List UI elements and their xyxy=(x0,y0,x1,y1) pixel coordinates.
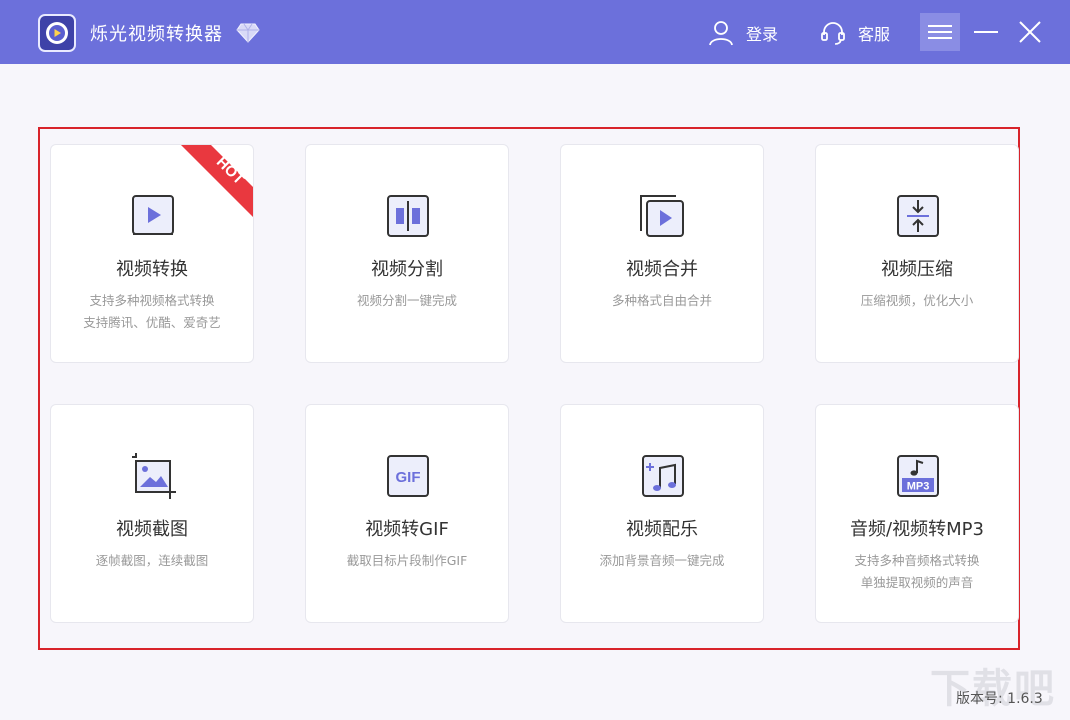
login-label: 登录 xyxy=(746,21,778,45)
video-merge-icon xyxy=(638,191,688,241)
card-description: 多种格式自由合并 xyxy=(561,290,763,312)
card-video-convert[interactable]: 视频转换 支持多种视频格式转换 支持腾讯、优酷、爱奇艺 HOT xyxy=(50,144,254,363)
minimize-icon xyxy=(974,31,998,33)
card-description: 逐帧截图，连续截图 xyxy=(51,550,253,572)
video-convert-icon xyxy=(128,191,178,241)
menu-icon xyxy=(928,25,952,27)
gif-icon: GIF xyxy=(383,451,433,501)
card-video-to-gif[interactable]: GIF 视频转GIF 截取目标片段制作GIF xyxy=(305,404,509,623)
card-description: 压缩视频，优化大小 xyxy=(816,290,1018,312)
hot-badge: HOT xyxy=(180,144,254,218)
card-video-screenshot[interactable]: 视频截图 逐帧截图，连续截图 xyxy=(50,404,254,623)
customer-service-button[interactable]: 客服 xyxy=(820,19,890,47)
menu-button[interactable] xyxy=(920,13,960,51)
app-title: 烁光视频转换器 xyxy=(90,20,223,46)
video-split-icon xyxy=(383,191,433,241)
card-video-merge[interactable]: 视频合并 多种格式自由合并 xyxy=(560,144,764,363)
card-title: 视频压缩 xyxy=(816,255,1018,281)
title-bar: 烁光视频转换器 登录 客服 xyxy=(0,0,1070,64)
card-description: 截取目标片段制作GIF xyxy=(306,550,508,572)
card-video-compress[interactable]: 视频压缩 压缩视频，优化大小 xyxy=(815,144,1019,363)
music-add-icon xyxy=(638,451,688,501)
headset-icon xyxy=(820,20,846,46)
login-button[interactable]: 登录 xyxy=(708,19,778,47)
card-title: 视频配乐 xyxy=(561,515,763,541)
vip-diamond-icon[interactable] xyxy=(236,23,260,43)
app-logo-icon xyxy=(38,14,76,52)
card-title: 视频转换 xyxy=(51,255,253,281)
svg-text:MP3: MP3 xyxy=(907,481,930,493)
card-video-split[interactable]: 视频分割 视频分割一键完成 xyxy=(305,144,509,363)
card-title: 音频/视频转MP3 xyxy=(816,515,1018,541)
close-button[interactable] xyxy=(1016,17,1044,47)
video-compress-icon xyxy=(893,191,943,241)
card-description: 支持多种视频格式转换 支持腾讯、优酷、爱奇艺 xyxy=(51,290,253,334)
user-icon xyxy=(708,20,734,46)
card-description: 添加背景音频一键完成 xyxy=(561,550,763,572)
card-title: 视频合并 xyxy=(561,255,763,281)
svg-text:GIF: GIF xyxy=(396,469,421,486)
minimize-button[interactable] xyxy=(972,13,1000,51)
card-title: 视频分割 xyxy=(306,255,508,281)
card-video-music[interactable]: 视频配乐 添加背景音频一键完成 xyxy=(560,404,764,623)
card-description: 视频分割一键完成 xyxy=(306,290,508,312)
mp3-icon: MP3 xyxy=(893,451,943,501)
customer-service-label: 客服 xyxy=(858,21,890,45)
card-audio-video-to-mp3[interactable]: MP3 音频/视频转MP3 支持多种音频格式转换 单独提取视频的声音 xyxy=(815,404,1019,623)
video-screenshot-icon xyxy=(128,451,178,501)
card-title: 视频截图 xyxy=(51,515,253,541)
card-title: 视频转GIF xyxy=(306,515,508,541)
card-description: 支持多种音频格式转换 单独提取视频的声音 xyxy=(816,550,1018,594)
version-label: 版本号: 1.6.3 xyxy=(956,688,1043,708)
